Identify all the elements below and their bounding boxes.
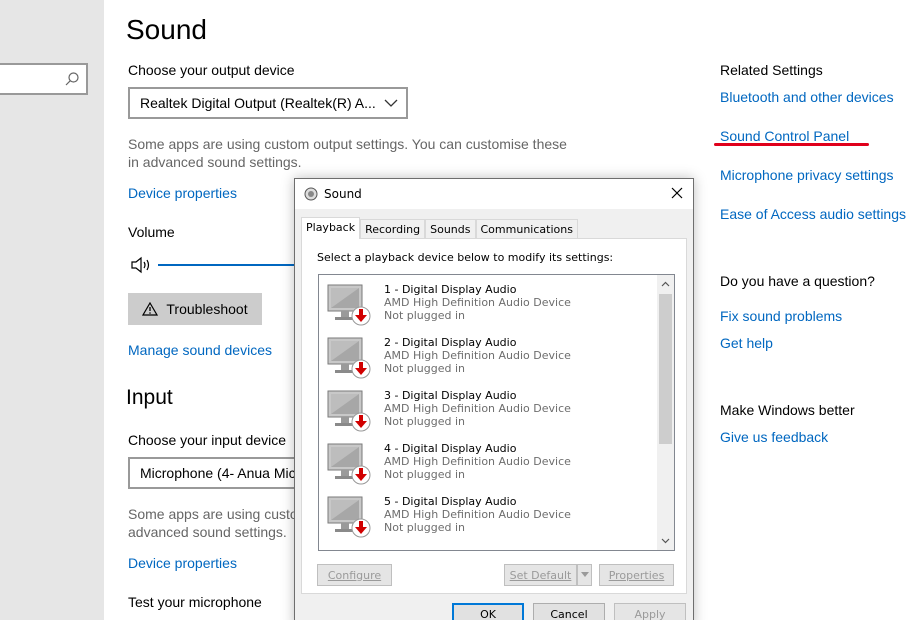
give-feedback-link[interactable]: Give us feedback — [720, 429, 828, 445]
get-help-link[interactable]: Get help — [720, 335, 773, 351]
device-status: Not plugged in — [384, 468, 466, 481]
scroll-thumb[interactable] — [659, 294, 672, 444]
related-settings-heading: Related Settings — [720, 62, 823, 78]
volume-slider[interactable] — [158, 264, 298, 266]
speaker-icon[interactable] — [130, 255, 154, 275]
tab-communications[interactable]: Communications — [475, 219, 578, 239]
device-list-scrollbar[interactable] — [657, 275, 674, 550]
microphone-privacy-link[interactable]: Microphone privacy settings — [720, 167, 894, 183]
bluetooth-devices-link[interactable]: Bluetooth and other devices — [720, 89, 894, 105]
device-name: 2 - Digital Display Audio — [384, 336, 517, 349]
input-section-title: Input — [126, 386, 173, 409]
tab-playback[interactable]: Playback — [301, 217, 361, 239]
troubleshoot-button[interactable]: Troubleshoot — [128, 293, 262, 325]
dropdown-arrow-icon — [580, 572, 589, 577]
device-driver: AMD High Definition Audio Device — [384, 455, 571, 468]
device-driver: AMD High Definition Audio Device — [384, 508, 571, 521]
device-status: Not plugged in — [384, 362, 466, 375]
input-device-properties-link[interactable]: Device properties — [128, 555, 237, 571]
set-default-button[interactable]: Set Default — [504, 564, 577, 586]
search-icon — [65, 72, 79, 86]
make-windows-better-heading: Make Windows better — [720, 402, 855, 418]
dialog-title: Sound — [324, 187, 362, 201]
input-description: Some apps are using custo advanced sound… — [128, 506, 298, 540]
device-status: Not plugged in — [384, 309, 466, 322]
output-description: Some apps are using custom output settin… — [128, 136, 567, 170]
speaker-icon — [304, 187, 318, 201]
device-driver: AMD High Definition Audio Device — [384, 402, 571, 415]
playback-device-item[interactable]: 4 - Digital Display Audio AMD High Defin… — [325, 440, 645, 493]
dialog-title-bar[interactable]: Sound — [295, 179, 693, 209]
warning-icon — [142, 302, 159, 316]
playback-panel: Select a playback device below to modify… — [301, 238, 687, 594]
troubleshoot-label: Troubleshoot — [166, 301, 248, 317]
monitor-speaker-icon — [327, 284, 371, 326]
monitor-speaker-icon — [327, 390, 371, 432]
annotation-underline — [714, 143, 869, 146]
input-device-value: Microphone (4- Anua Mic — [140, 465, 296, 481]
device-driver: AMD High Definition Audio Device — [384, 296, 571, 309]
tab-sounds[interactable]: Sounds — [425, 219, 476, 239]
fix-sound-problems-link[interactable]: Fix sound problems — [720, 308, 842, 324]
properties-button[interactable]: Properties — [599, 564, 674, 586]
monitor-speaker-icon — [327, 443, 371, 485]
playback-device-item[interactable]: 3 - Digital Display Audio AMD High Defin… — [325, 387, 645, 440]
playback-device-list[interactable]: 1 - Digital Display Audio AMD High Defin… — [318, 274, 675, 551]
device-status: Not plugged in — [384, 415, 466, 428]
scroll-down-icon[interactable] — [661, 536, 670, 545]
output-device-value: Realtek Digital Output (Realtek(R) A... — [140, 95, 376, 111]
device-name: 4 - Digital Display Audio — [384, 442, 517, 455]
output-device-dropdown[interactable]: Realtek Digital Output (Realtek(R) A... — [128, 87, 408, 119]
ok-button[interactable]: OK — [452, 603, 524, 620]
device-name: 3 - Digital Display Audio — [384, 389, 517, 402]
manage-sound-devices-link[interactable]: Manage sound devices — [128, 342, 272, 358]
device-driver: AMD High Definition Audio Device — [384, 349, 571, 362]
ease-of-access-audio-link[interactable]: Ease of Access audio settings — [720, 206, 906, 222]
device-status: Not plugged in — [384, 521, 466, 534]
chevron-down-icon — [384, 99, 398, 107]
playback-device-item[interactable]: 5 - Digital Display Audio AMD High Defin… — [325, 493, 645, 546]
cancel-button[interactable]: Cancel — [533, 603, 605, 620]
question-heading: Do you have a question? — [720, 273, 875, 289]
page-title: Sound — [126, 14, 207, 45]
playback-device-item[interactable]: 1 - Digital Display Audio AMD High Defin… — [325, 281, 645, 334]
set-default-dropdown[interactable] — [577, 564, 592, 586]
monitor-speaker-icon — [327, 337, 371, 379]
output-device-properties-link[interactable]: Device properties — [128, 185, 237, 201]
playback-device-item[interactable]: 2 - Digital Display Audio AMD High Defin… — [325, 334, 645, 387]
search-input[interactable] — [0, 63, 88, 95]
close-icon[interactable] — [669, 185, 685, 201]
tab-recording[interactable]: Recording — [360, 219, 426, 239]
device-name: 1 - Digital Display Audio — [384, 283, 517, 296]
output-device-label: Choose your output device — [128, 62, 295, 78]
apply-button[interactable]: Apply — [614, 603, 686, 620]
monitor-speaker-icon — [327, 496, 371, 538]
sound-control-panel-link[interactable]: Sound Control Panel — [720, 128, 849, 144]
device-name: 5 - Digital Display Audio — [384, 495, 517, 508]
scroll-up-icon[interactable] — [661, 280, 670, 289]
sound-dialog: Sound Playback Recording Sounds Communic… — [294, 178, 694, 620]
configure-button[interactable]: Configure — [317, 564, 392, 586]
input-device-label: Choose your input device — [128, 432, 286, 448]
test-microphone-label: Test your microphone — [128, 594, 262, 610]
dialog-tabs: Playback Recording Sounds Communications — [301, 217, 578, 239]
settings-nav-pane — [0, 0, 104, 620]
playback-instruction: Select a playback device below to modify… — [317, 251, 614, 264]
volume-label: Volume — [128, 224, 175, 240]
